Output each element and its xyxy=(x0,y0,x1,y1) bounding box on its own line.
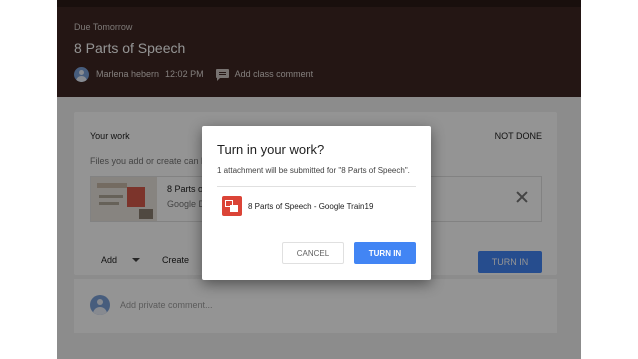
google-slides-icon xyxy=(222,196,242,216)
dialog-file-name[interactable]: 8 Parts of Speech - Google Train19 xyxy=(248,202,373,211)
dialog-title: Turn in your work? xyxy=(217,142,325,157)
confirm-turn-in-button[interactable]: TURN IN xyxy=(354,242,416,264)
dialog-divider xyxy=(217,186,416,187)
dialog-message: 1 attachment will be submitted for "8 Pa… xyxy=(217,166,410,175)
turn-in-dialog: Turn in your work? 1 attachment will be … xyxy=(202,126,431,280)
cancel-button[interactable]: CANCEL xyxy=(282,242,344,264)
classroom-app: Due Tomorrow 8 Parts of Speech Marlena h… xyxy=(57,0,581,359)
